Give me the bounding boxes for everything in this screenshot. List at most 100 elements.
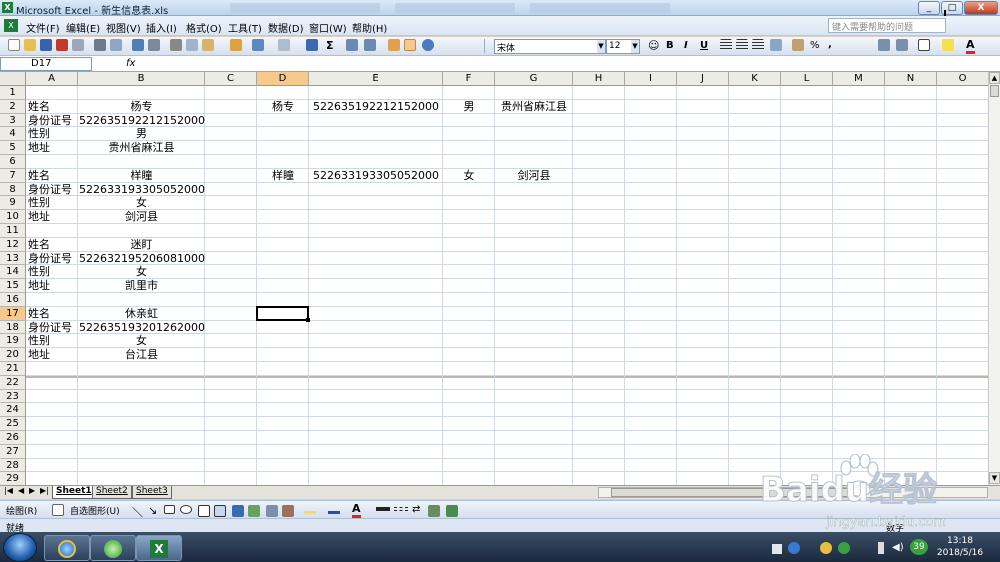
rectangle-icon[interactable] — [164, 505, 175, 514]
chart-wizard-icon[interactable] — [388, 39, 400, 51]
cell-E7[interactable]: 522633193305052000 — [310, 169, 442, 183]
row-header-18[interactable]: 18 — [0, 320, 26, 335]
cell-A12[interactable]: 姓名 — [27, 238, 77, 252]
cell-B13[interactable]: 522632195206081000 — [79, 252, 205, 266]
increase-indent-icon[interactable] — [896, 39, 908, 51]
column-header-H[interactable]: H — [573, 72, 625, 86]
sheet-tab-1[interactable]: Sheet1 — [52, 486, 96, 499]
autosum-icon[interactable]: Σ — [326, 39, 334, 52]
next-sheet-icon[interactable]: ▶ — [29, 486, 35, 495]
menu-data[interactable]: 数据(D) — [268, 20, 304, 35]
picture-icon[interactable] — [282, 505, 294, 517]
start-button[interactable] — [3, 533, 37, 562]
select-objects-icon[interactable] — [52, 504, 64, 516]
3d-icon[interactable] — [446, 505, 458, 517]
vertical-textbox-icon[interactable] — [214, 505, 226, 517]
column-header-E[interactable]: E — [309, 72, 443, 86]
column-header-N[interactable]: N — [885, 72, 937, 86]
workbook-icon[interactable]: X — [4, 19, 18, 32]
cell-D2[interactable]: 杨专 — [258, 100, 308, 114]
copy-icon[interactable] — [186, 39, 198, 51]
arrow-style-icon[interactable]: ⇄ — [412, 504, 420, 515]
wordart-icon[interactable] — [232, 505, 244, 517]
align-center-icon[interactable] — [736, 39, 748, 51]
draw-font-color-icon[interactable]: A — [352, 502, 361, 518]
font-size-select[interactable]: 12 ▼ — [606, 39, 640, 54]
prev-sheet-icon[interactable]: ◀ — [18, 486, 24, 495]
row-header-25[interactable]: 25 — [0, 417, 26, 431]
row-header-14[interactable]: 14 — [0, 265, 26, 280]
menu-window[interactable]: 窗口(W) — [309, 20, 347, 35]
name-box[interactable]: D17 — [0, 57, 92, 71]
cell-A5[interactable]: 地址 — [27, 141, 77, 155]
cell-A8[interactable]: 身份证号 — [27, 183, 77, 197]
cell-B10[interactable]: 剑河县 — [79, 210, 204, 224]
undo-icon[interactable] — [252, 39, 264, 51]
row-header-9[interactable]: 9 — [0, 196, 26, 211]
row-header-12[interactable]: 12 — [0, 237, 26, 252]
first-sheet-icon[interactable]: |◀ — [4, 486, 13, 495]
fill-color-draw-icon[interactable] — [304, 504, 316, 514]
font-name-select[interactable]: 宋体 ▼ — [494, 39, 606, 54]
cell-A9[interactable]: 性别 — [27, 196, 77, 210]
open-icon[interactable] — [24, 39, 36, 51]
cell-A10[interactable]: 地址 — [27, 210, 77, 224]
tray-badge[interactable]: 39 — [910, 539, 928, 555]
cell-B8[interactable]: 522633193305052000 — [79, 183, 205, 197]
menu-edit[interactable]: 编辑(E) — [66, 20, 100, 35]
network-icon[interactable] — [872, 542, 884, 554]
row-header-26[interactable]: 26 — [0, 431, 26, 445]
worksheet-grid[interactable]: A B C D E F G H I J K L M N O 1 2 3 4 5 6 7 8 9 10 11 12 13 14 15 16 17… — [0, 72, 988, 485]
column-header-O[interactable]: O — [937, 72, 988, 86]
cut-icon[interactable] — [170, 39, 182, 51]
menu-file[interactable]: 文件(F) — [26, 20, 60, 35]
decrease-indent-icon[interactable] — [878, 39, 890, 51]
cell-E2[interactable]: 522635192212152000 — [310, 100, 442, 114]
menu-format[interactable]: 格式(O) — [186, 20, 222, 35]
cell-A7[interactable]: 姓名 — [27, 169, 77, 183]
fill-handle[interactable] — [306, 317, 310, 322]
cell-D7[interactable]: 样瞳 — [258, 169, 308, 183]
select-all-corner[interactable] — [0, 72, 26, 86]
cell-A18[interactable]: 身份证号 — [27, 321, 77, 335]
column-header-D[interactable]: D — [257, 72, 309, 86]
cell-B3[interactable]: 522635192212152000 — [79, 114, 205, 128]
cell-A13[interactable]: 身份证号 — [27, 252, 77, 266]
menu-help[interactable]: 帮助(H) — [352, 20, 387, 35]
cell-B5[interactable]: 贵州省麻江县 — [79, 141, 204, 155]
dash-style-icon[interactable] — [394, 507, 408, 511]
sheet-tab-3[interactable]: Sheet3 — [132, 486, 172, 499]
cell-A15[interactable]: 地址 — [27, 279, 77, 293]
row-header-7[interactable]: 7 — [0, 168, 26, 183]
column-header-F[interactable]: F — [443, 72, 495, 86]
formula-input[interactable] — [140, 57, 988, 71]
column-header-B[interactable]: B — [78, 72, 205, 86]
row-header-22[interactable]: 22 — [0, 375, 26, 390]
help-icon[interactable] — [422, 39, 434, 51]
fill-color-icon[interactable] — [942, 39, 954, 51]
save-icon[interactable] — [40, 39, 52, 51]
tray-help-icon[interactable] — [788, 542, 800, 554]
clock[interactable]: 13:18 2018/5/16 — [928, 535, 992, 559]
comma-button[interactable]: , — [828, 39, 832, 50]
row-header-27[interactable]: 27 — [0, 444, 26, 459]
column-header-A[interactable]: A — [26, 72, 78, 86]
email-icon[interactable] — [72, 39, 84, 51]
row-header-19[interactable]: 19 — [0, 334, 26, 349]
cell-G7[interactable]: 剑河县 — [496, 169, 572, 183]
sort-descending-icon[interactable] — [364, 39, 376, 51]
new-icon[interactable] — [8, 39, 20, 51]
menu-insert[interactable]: 插入(I) — [146, 20, 177, 35]
scroll-down-icon[interactable]: ▼ — [989, 472, 1000, 484]
volume-icon[interactable]: ◀) — [892, 542, 904, 553]
redo-icon[interactable] — [278, 39, 290, 51]
research-icon[interactable] — [148, 39, 160, 51]
cell-A20[interactable]: 地址 — [27, 348, 77, 362]
underline-button[interactable]: U — [700, 40, 708, 51]
menu-view[interactable]: 视图(V) — [106, 20, 141, 35]
column-header-K[interactable]: K — [729, 72, 781, 86]
currency-icon[interactable] — [792, 39, 804, 51]
help-search-input[interactable]: 键入需要帮助的问题 — [828, 18, 946, 33]
row-header-6[interactable]: 6 — [0, 155, 26, 169]
row-header-16[interactable]: 16 — [0, 293, 26, 307]
